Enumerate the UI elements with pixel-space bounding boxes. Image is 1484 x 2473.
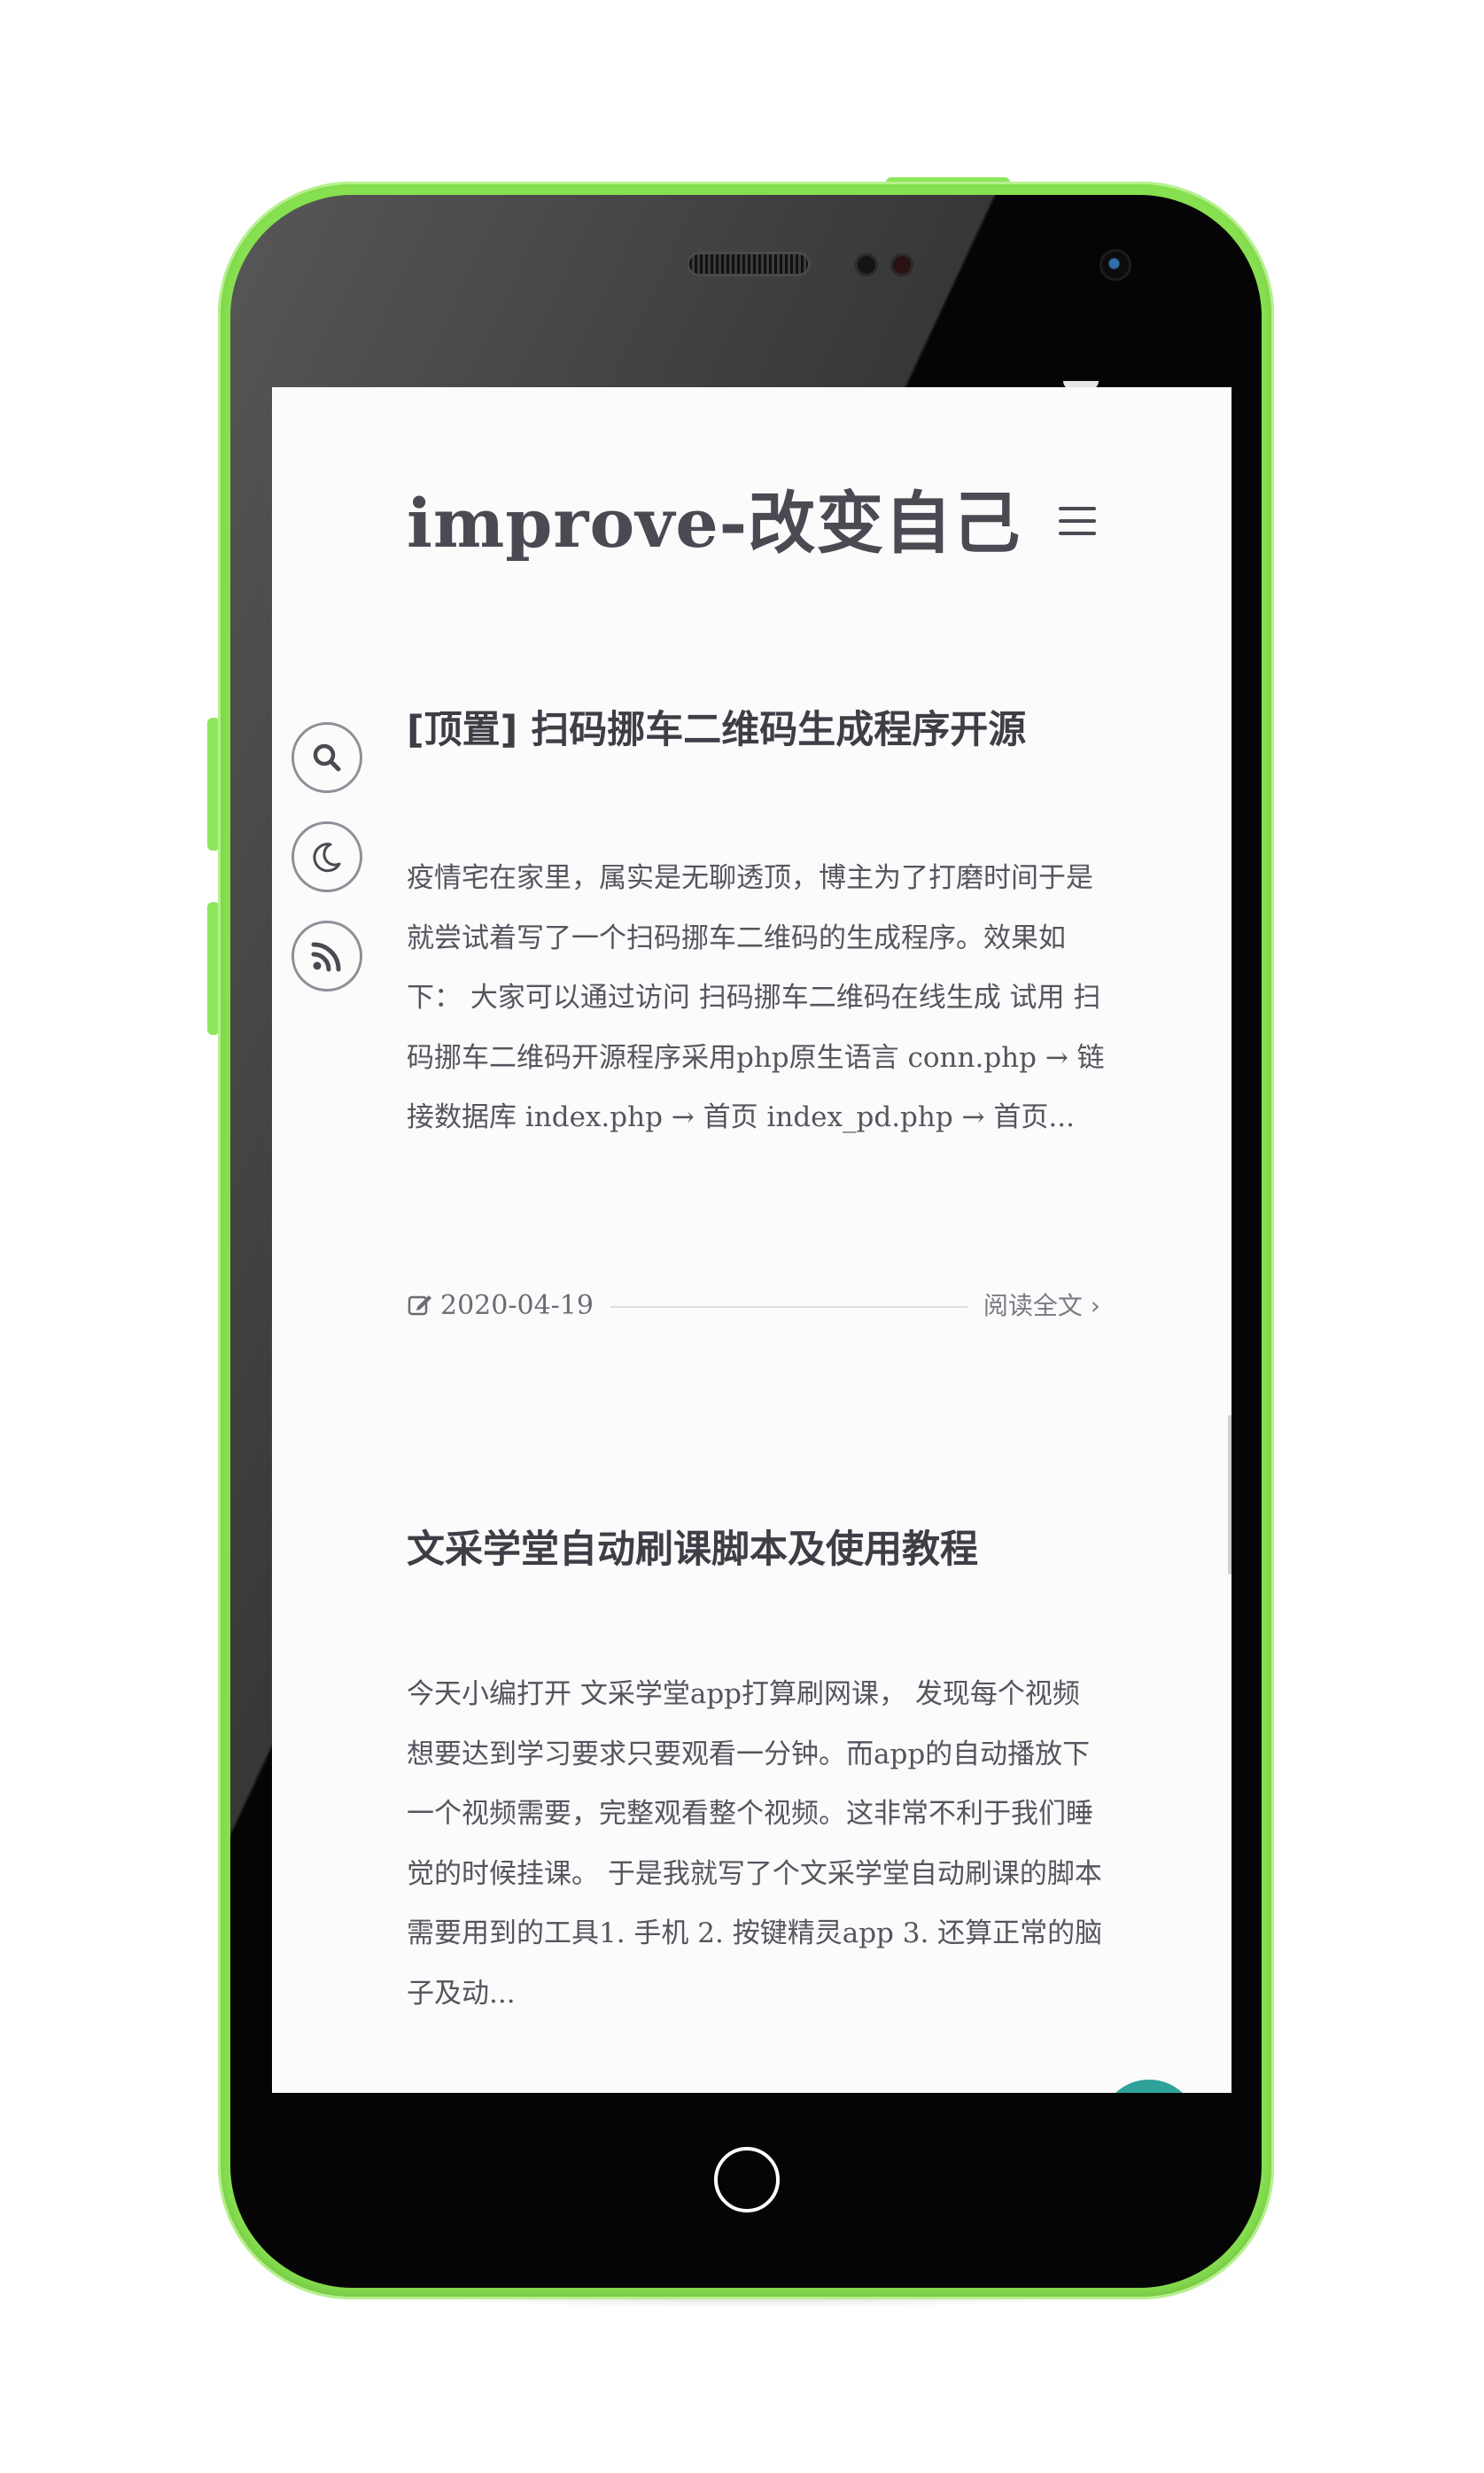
post-date: 2020-04-19 xyxy=(407,1285,594,1327)
post-title[interactable]: 文采学堂自动刷课脚本及使用教程 xyxy=(407,1519,978,1574)
rss-button[interactable] xyxy=(291,921,362,992)
post-excerpt: 今天小编打开 文采学堂app打算刷网课， 发现每个视频想要达到学习要求只要观看一… xyxy=(407,1678,1103,2010)
search-icon xyxy=(313,743,341,772)
moon-icon xyxy=(313,843,341,873)
post-excerpt: 疫情宅在家里，属实是无聊透顶，博主为了打磨时间于是就尝试着写了一个扫码挪车二维码… xyxy=(407,862,1105,1133)
front-camera xyxy=(1102,252,1129,278)
read-more-link[interactable]: 阅读全文 › xyxy=(983,1285,1100,1327)
post-meta: 2020-04-19 阅读全文 › xyxy=(407,1285,1100,1327)
meta-divider xyxy=(610,1306,967,1308)
dark-mode-toggle[interactable] xyxy=(291,821,362,892)
back-to-top-button[interactable] xyxy=(1100,2080,1198,2093)
search-button[interactable] xyxy=(291,722,362,793)
post-date-text: 2020-04-19 xyxy=(440,1290,594,1321)
earpiece-speaker xyxy=(687,252,811,276)
proximity-sensor xyxy=(855,253,878,276)
rss-icon xyxy=(311,942,341,972)
light-sensor xyxy=(890,253,913,276)
edit-icon xyxy=(408,1295,431,1316)
site-title[interactable]: improve-改变自己 xyxy=(407,469,1021,566)
home-button xyxy=(714,2147,780,2212)
scrollbar[interactable] xyxy=(1228,1415,1231,1575)
hamburger-menu-icon[interactable] xyxy=(1059,507,1096,537)
phone-screen: improve-改变自己 [顶置] 扫码挪车二维码生成程序开源 疫情宅在家里，属… xyxy=(272,387,1231,2093)
post-title[interactable]: [顶置] 扫码挪车二维码生成程序开源 xyxy=(407,699,1026,754)
